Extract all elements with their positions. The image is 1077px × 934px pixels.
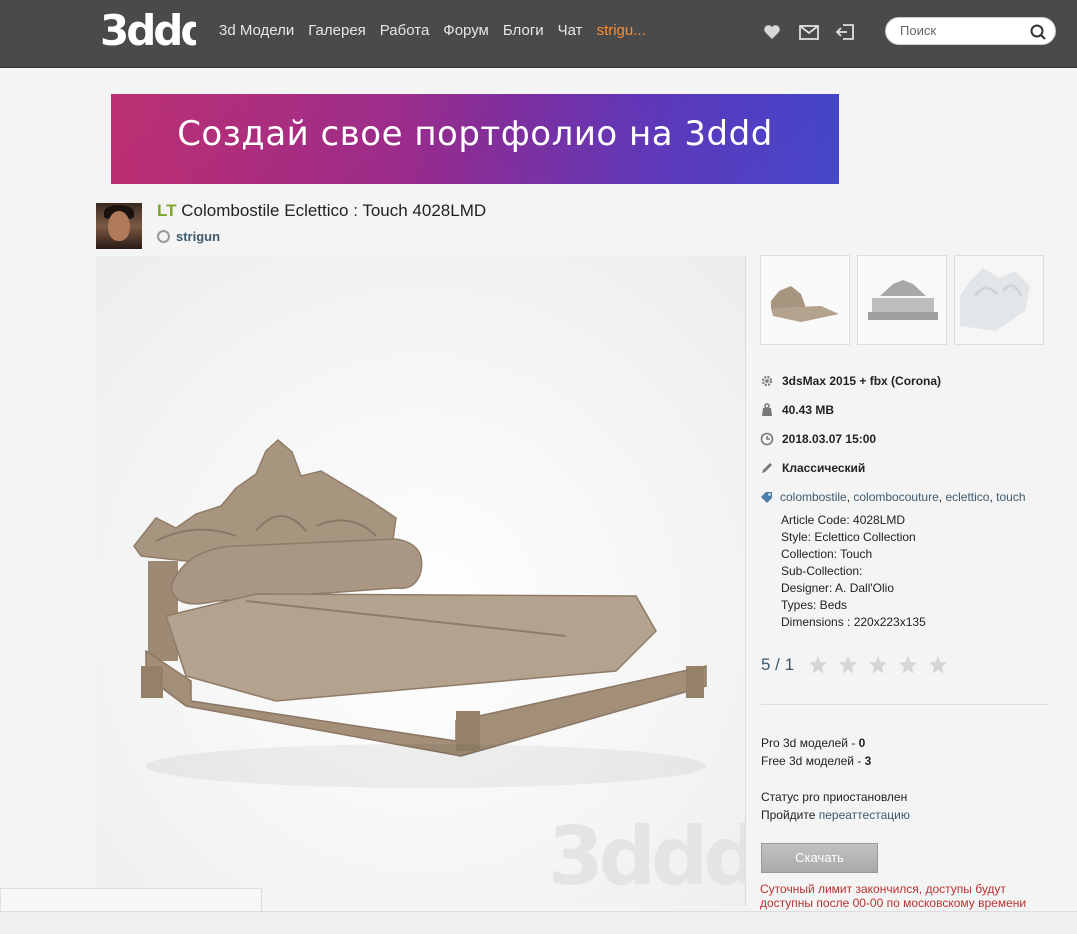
thumbnail-1[interactable] <box>760 255 850 345</box>
tag-link[interactable]: touch <box>996 490 1025 504</box>
gear-icon <box>761 375 773 386</box>
nav-user-profile[interactable]: strigu... <box>597 22 646 39</box>
promo-banner[interactable]: Создай свое портфолио на 3ddd <box>111 94 839 184</box>
rating-widget: 5 / 1 <box>761 655 948 675</box>
pencil-icon <box>762 462 772 473</box>
logout-icon[interactable] <box>834 22 856 42</box>
clock-icon <box>760 432 774 445</box>
description-line: Article Code: 4028LMD <box>781 513 906 527</box>
software-value: 3dsMax 2015 + fbx (Corona) <box>782 373 942 388</box>
daily-limit-warning: Суточный лимит закончился, доступы будут… <box>760 882 1027 910</box>
thumbnail-strip <box>760 255 1044 345</box>
style-value: Классический <box>782 460 866 475</box>
info-style: Классический <box>760 453 1050 482</box>
model-info: 3dsMax 2015 + fbx (Corona) 40.43 MB 2018… <box>760 366 1050 511</box>
description-line: Designer: A. Dall'Olio <box>781 581 895 595</box>
top-bar: 3ddd 3d Модели Галерея Работа Форум Блог… <box>0 0 1077 68</box>
heart-icon[interactable] <box>762 22 784 42</box>
thumbnail-2[interactable] <box>857 255 947 345</box>
watermark: 3ddd <box>548 810 746 903</box>
description-line: Types: Beds <box>781 598 848 612</box>
model-title-text: Colombostile Eclettico : Touch 4028LMD <box>181 201 487 220</box>
download-button[interactable]: Скачать <box>761 843 878 873</box>
divider <box>761 704 1049 705</box>
author-link[interactable]: strigun <box>157 229 220 244</box>
footer-tab <box>0 888 262 912</box>
date-value: 2018.03.07 15:00 <box>782 431 877 446</box>
rating-value: 5 / 1 <box>761 655 795 674</box>
description-line: Collection: Touch <box>781 547 873 561</box>
tag-link[interactable]: colombocouture <box>853 490 938 504</box>
info-size: 40.43 MB <box>760 395 1050 424</box>
site-logo[interactable]: 3ddd <box>100 11 196 51</box>
description-line: Dimensions : 220x223x135 <box>781 615 926 629</box>
info-tags: colombostile, colombocouture, eclettico,… <box>760 482 1050 511</box>
size-value: 40.43 MB <box>782 402 835 417</box>
svg-text:3ddd: 3ddd <box>100 11 196 51</box>
user-stats: Pro 3d моделей - 0 Free 3d моделей - 3 <box>761 734 871 770</box>
nav-models[interactable]: 3d Модели <box>219 22 294 39</box>
pro-models-count: Pro 3d моделей - 0 <box>761 736 866 750</box>
nav-blogs[interactable]: Блоги <box>503 22 544 39</box>
weight-icon <box>762 402 772 416</box>
banner-text: Создай свое портфолио на 3ddd <box>177 114 773 154</box>
main-nav: 3d Модели Галерея Работа Форум Блоги Чат… <box>219 22 646 39</box>
header-icons <box>762 22 856 42</box>
tag-link[interactable]: eclettico <box>945 490 989 504</box>
status-text: Статус pro приостановлен <box>761 790 908 804</box>
mail-icon[interactable] <box>798 22 820 42</box>
user-status-icon <box>157 230 170 243</box>
free-models-count: Free 3d моделей - 3 <box>761 754 872 768</box>
search-box <box>885 17 1056 45</box>
model-title: LT Colombostile Eclettico : Touch 4028LM… <box>157 201 486 221</box>
tag-link[interactable]: colombostile <box>780 490 847 504</box>
model-description: Article Code: 4028LMD Style: Eclettico C… <box>781 512 926 631</box>
nav-chat[interactable]: Чат <box>558 22 583 39</box>
bed-render: 3ddd <box>96 256 746 906</box>
star-icon[interactable] <box>868 655 888 675</box>
description-line: Style: Eclettico Collection <box>781 530 916 544</box>
star-icon[interactable] <box>898 655 918 675</box>
thumbnail-3[interactable] <box>954 255 1044 345</box>
nav-jobs[interactable]: Работа <box>380 22 430 39</box>
nav-forum[interactable]: Форум <box>443 22 489 39</box>
search-icon[interactable] <box>1029 23 1047 41</box>
author-avatar[interactable] <box>96 203 142 249</box>
model-prefix: LT <box>157 201 177 220</box>
star-icon[interactable] <box>838 655 858 675</box>
main-model-image[interactable]: 3ddd <box>96 256 746 906</box>
status-reattest: Пройдите переаттестацию <box>761 808 910 822</box>
search-input[interactable] <box>900 23 1020 38</box>
info-software: 3dsMax 2015 + fbx (Corona) <box>760 366 1050 395</box>
info-date: 2018.03.07 15:00 <box>760 424 1050 453</box>
author-name[interactable]: strigun <box>176 229 220 244</box>
pro-status: Статус pro приостановлен Пройдите переат… <box>761 788 910 824</box>
description-line: Sub-Collection: <box>781 564 863 578</box>
star-icon[interactable] <box>808 655 828 675</box>
reattest-link[interactable]: переаттестацию <box>819 808 910 822</box>
footer-bar <box>0 911 1077 934</box>
star-icon[interactable] <box>928 655 948 675</box>
tag-icon <box>761 491 772 503</box>
nav-gallery[interactable]: Галерея <box>308 22 366 39</box>
